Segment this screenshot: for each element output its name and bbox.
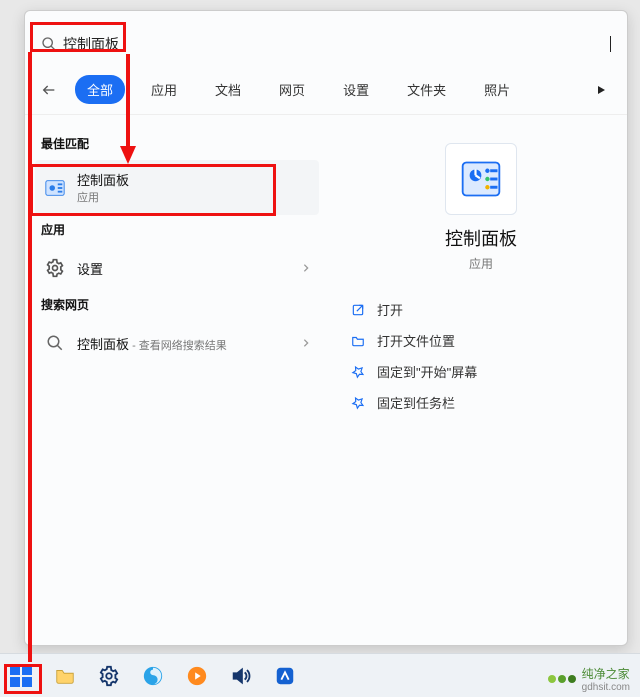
web-search-item[interactable]: 控制面板 - 查看网络搜索结果 bbox=[35, 321, 319, 365]
action-pin-start-label: 固定到"开始"屏幕 bbox=[377, 362, 477, 381]
media-icon bbox=[186, 665, 208, 687]
folder-icon bbox=[349, 334, 367, 348]
pin-icon bbox=[349, 365, 367, 379]
gear-icon bbox=[98, 665, 120, 687]
back-button[interactable] bbox=[37, 78, 61, 102]
taskbar-browser[interactable] bbox=[138, 661, 168, 691]
tab-docs[interactable]: 文档 bbox=[203, 75, 253, 104]
taskbar bbox=[0, 653, 640, 697]
text-cursor bbox=[610, 36, 611, 52]
tab-all[interactable]: 全部 bbox=[75, 75, 125, 104]
app-icon bbox=[274, 665, 296, 687]
detail-title: 控制面板 bbox=[345, 225, 617, 251]
action-pin-taskbar-label: 固定到任务栏 bbox=[377, 393, 455, 412]
open-icon bbox=[349, 303, 367, 317]
tab-apps[interactable]: 应用 bbox=[139, 75, 189, 104]
taskbar-settings[interactable] bbox=[94, 661, 124, 691]
watermark-logo-icon bbox=[546, 672, 576, 686]
web-search-hint: - 查看网络搜索结果 bbox=[129, 340, 227, 352]
action-open-location[interactable]: 打开文件位置 bbox=[345, 325, 617, 356]
detail-app-icon bbox=[445, 143, 517, 215]
action-pin-start[interactable]: 固定到"开始"屏幕 bbox=[345, 356, 617, 387]
windows-logo-icon bbox=[10, 665, 32, 687]
folder-icon bbox=[54, 665, 76, 687]
control-panel-icon bbox=[43, 176, 67, 200]
start-button[interactable] bbox=[6, 661, 36, 691]
section-apps: 应用 bbox=[41, 221, 313, 238]
action-open-label: 打开 bbox=[377, 300, 403, 319]
section-best-match: 最佳匹配 bbox=[41, 135, 313, 152]
search-box[interactable] bbox=[41, 29, 611, 59]
action-open-location-label: 打开文件位置 bbox=[377, 331, 455, 350]
action-pin-taskbar[interactable]: 固定到任务栏 bbox=[345, 387, 617, 418]
speaker-icon bbox=[230, 665, 252, 687]
web-search-text: 控制面板 - 查看网络搜索结果 bbox=[77, 334, 227, 353]
taskbar-volume[interactable] bbox=[226, 661, 256, 691]
action-open[interactable]: 打开 bbox=[345, 294, 617, 325]
browser-swirl-icon bbox=[142, 665, 164, 687]
expand-tabs-button[interactable] bbox=[587, 80, 615, 100]
detail-subtitle: 应用 bbox=[345, 255, 617, 272]
search-icon bbox=[41, 36, 57, 52]
taskbar-app[interactable] bbox=[270, 661, 300, 691]
results-body: 最佳匹配 控制面板 应用 应用 bbox=[25, 115, 627, 639]
taskbar-explorer[interactable] bbox=[50, 661, 80, 691]
pin-icon bbox=[349, 396, 367, 410]
details-pane: 控制面板 应用 打开 打开文件位置 bbox=[325, 115, 627, 639]
watermark-brand: 纯净之家 bbox=[582, 665, 630, 682]
search-input[interactable] bbox=[63, 36, 610, 52]
apps-settings-label: 设置 bbox=[77, 259, 103, 278]
tabs-row: 全部 应用 文档 网页 设置 文件夹 照片 bbox=[25, 71, 627, 115]
section-web: 搜索网页 bbox=[41, 296, 313, 313]
tab-settings[interactable]: 设置 bbox=[331, 75, 381, 104]
apps-settings-item[interactable]: 设置 bbox=[35, 246, 319, 290]
tab-photos[interactable]: 照片 bbox=[472, 75, 522, 104]
best-match-item[interactable]: 控制面板 应用 bbox=[35, 160, 319, 215]
watermark-site: gdhsit.com bbox=[582, 682, 630, 693]
best-match-text: 控制面板 应用 bbox=[77, 170, 129, 205]
apps-settings-text: 设置 bbox=[77, 259, 103, 278]
web-search-title: 控制面板 bbox=[77, 337, 129, 352]
search-row bbox=[25, 11, 627, 71]
watermark: 纯净之家 gdhsit.com bbox=[546, 665, 630, 693]
tab-folders[interactable]: 文件夹 bbox=[395, 75, 458, 104]
results-left: 最佳匹配 控制面板 应用 应用 bbox=[25, 115, 325, 639]
best-match-title: 控制面板 bbox=[77, 170, 129, 189]
best-match-subtitle: 应用 bbox=[77, 189, 129, 205]
search-panel: 全部 应用 文档 网页 设置 文件夹 照片 最佳匹配 bbox=[24, 10, 628, 646]
tab-web[interactable]: 网页 bbox=[267, 75, 317, 104]
search-icon bbox=[43, 331, 67, 355]
chevron-right-icon bbox=[301, 338, 311, 348]
gear-icon bbox=[43, 256, 67, 280]
taskbar-media[interactable] bbox=[182, 661, 212, 691]
chevron-right-icon bbox=[301, 263, 311, 273]
